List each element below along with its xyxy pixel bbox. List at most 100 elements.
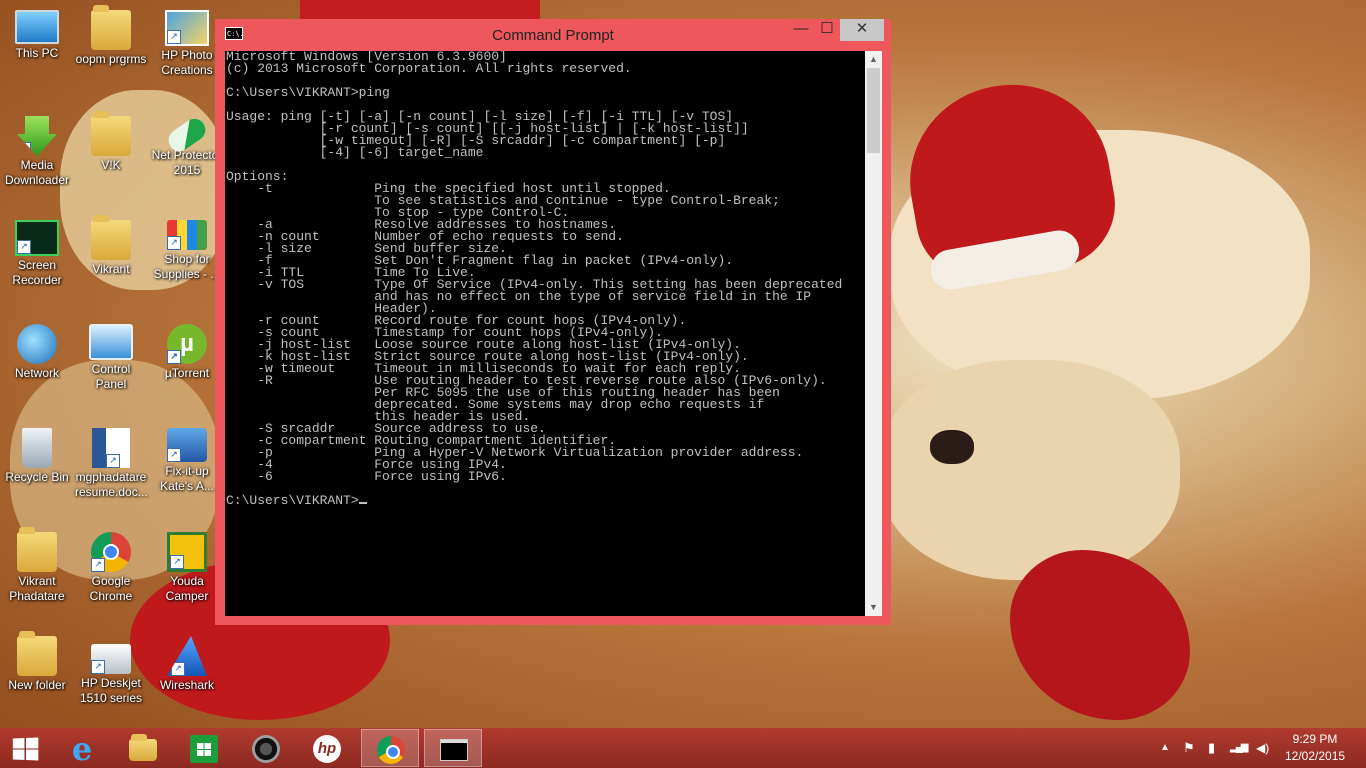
desktop-icon-label: Net Protector 2015: [151, 148, 223, 177]
system-clock[interactable]: 9:29 PM 12/02/2015: [1285, 731, 1345, 765]
desktop-icon-network[interactable]: Network: [1, 318, 73, 381]
chrome-icon: ↗: [91, 532, 131, 572]
photo-creations-icon: ↗: [165, 10, 209, 46]
desktop-icon-label: Recycle Bin: [5, 470, 69, 484]
action-center-flag-icon[interactable]: ⚑: [1183, 738, 1195, 758]
desktop-icon-label: Fix-it-up Kate's A...: [160, 464, 214, 493]
clock-date: 12/02/2015: [1285, 749, 1346, 763]
user-folder-icon: [17, 527, 57, 572]
wallpaper-puppy-nose: [930, 430, 974, 464]
taskbar-internet-explorer[interactable]: e: [53, 729, 111, 767]
wifi-signal-icon[interactable]: ▂▄▆: [1230, 738, 1249, 758]
desktop-icon-label: Network: [14, 366, 59, 380]
file-explorer-icon: [129, 734, 157, 761]
desktop-icon-net-protector[interactable]: Net Protector 2015: [151, 110, 223, 178]
network-globe-icon: [17, 324, 57, 364]
desktop-icon-label: This PC: [15, 46, 59, 60]
cmd-icon: [440, 739, 468, 761]
folder-icon: [91, 5, 131, 50]
desktop-icon-vikrant[interactable]: Vikrant: [75, 214, 147, 277]
battery-icon[interactable]: ▮: [1208, 738, 1215, 758]
desktop-icon-resume-doc[interactable]: ↗ mgphadatare resume.doc...: [75, 422, 148, 500]
desktop-icon-vik[interactable]: V!K: [75, 110, 147, 173]
desktop-icon-label: Shop for Supplies - ...: [153, 252, 221, 281]
desktop-icon-control-panel[interactable]: Control Panel: [75, 318, 147, 392]
word-document-icon: ↗: [92, 428, 130, 468]
wallpaper-santa-hat: [1010, 550, 1190, 720]
chrome-icon: [377, 736, 405, 764]
screen-recorder-icon: ↗: [15, 220, 59, 256]
wallpaper-santa-hat: [895, 69, 1125, 291]
desktop-icon-label: Screen Recorder: [12, 258, 62, 287]
desktop-icon-label: Control Panel: [91, 362, 131, 391]
desktop-icon-vikrant-phadatare[interactable]: Vikrant Phadatare: [1, 526, 73, 604]
desktop-icon-google-chrome[interactable]: ↗ Google Chrome: [75, 526, 147, 604]
wallpaper-puppy: [890, 130, 1310, 400]
desktop-icon-hp-photo-creations[interactable]: ↗ HP Photo Creations: [151, 4, 223, 78]
console-text: Microsoft Windows [Version 6.3.9600] (c)…: [226, 51, 843, 508]
maximize-button[interactable]: ☐: [814, 19, 840, 41]
desktop-icon-label: Wireshark: [159, 678, 214, 692]
desktop-icon-label: V!K: [101, 158, 121, 172]
folder-icon: [91, 111, 131, 156]
show-hidden-icons-arrow-icon[interactable]: ▲: [1160, 738, 1170, 758]
console-area[interactable]: Microsoft Windows [Version 6.3.9600] (c)…: [225, 51, 865, 616]
desktop-icon-label: µTorrent: [164, 366, 210, 380]
clock-time: 9:29 PM: [1292, 732, 1338, 746]
desktop-icon-oopm-prgrms[interactable]: oopm prgrms: [75, 4, 147, 67]
internet-explorer-icon: e: [71, 730, 93, 768]
desktop-icon-label: Vikrant Phadatare: [9, 574, 65, 603]
scroll-down-arrow-icon[interactable]: ▼: [865, 599, 882, 616]
vertical-scrollbar[interactable]: ▲ ▼: [865, 51, 882, 616]
taskbar-file-explorer[interactable]: [114, 729, 172, 767]
desktop-icon-screen-recorder[interactable]: ↗ Screen Recorder: [1, 214, 73, 288]
desktop-icon-label: Media Downloader: [4, 158, 70, 187]
taskbar-store[interactable]: [175, 729, 233, 767]
text-cursor: [358, 502, 367, 504]
desktop-icon-label: Google Chrome: [89, 574, 133, 603]
desktop-icon-hp-deskjet[interactable]: ↗ HP Deskjet 1510 series: [75, 630, 147, 706]
desktop-icon-media-downloader[interactable]: ↗ Media Downloader: [1, 110, 73, 188]
volume-icon[interactable]: ◀): [1256, 738, 1269, 758]
scroll-up-arrow-icon[interactable]: ▲: [865, 51, 882, 68]
desktop-icon-label: oopm prgrms: [75, 52, 147, 66]
hp-icon: hp: [313, 735, 341, 763]
console-output[interactable]: Microsoft Windows [Version 6.3.9600] (c)…: [225, 51, 865, 507]
start-icon: [12, 737, 39, 761]
desktop-icon-label: Vikrant: [92, 262, 130, 276]
taskbar-hp[interactable]: hp: [298, 729, 356, 767]
printer-icon: ↗: [91, 644, 131, 674]
game-icon: ↗: [167, 532, 207, 572]
desktop-icon-youda-camper[interactable]: ↗ Youda Camper: [151, 526, 223, 604]
printer-supplies-icon: ↗: [167, 220, 207, 250]
desktop-icon-shop-for-supplies[interactable]: ↗ Shop for Supplies - ...: [151, 214, 223, 282]
scrollbar-thumb[interactable]: [867, 68, 880, 153]
desktop-icon-recycle-bin[interactable]: Recycle Bin: [1, 422, 73, 485]
close-button[interactable]: ✕: [840, 19, 884, 41]
desktop-icon-fix-it-up[interactable]: ↗ Fix-it-up Kate's A...: [151, 422, 223, 494]
wallpaper-hat-trim: [927, 227, 1083, 293]
desktop-icon-utorrent[interactable]: µ ↗ µTorrent: [151, 318, 223, 381]
title-bar[interactable]: C:\. Command Prompt — ☐ ✕: [215, 19, 891, 51]
desktop-icon-this-pc[interactable]: This PC: [1, 4, 73, 61]
taskbar-chrome[interactable]: [361, 729, 419, 767]
command-prompt-window[interactable]: C:\. Command Prompt — ☐ ✕ Microsoft Wind…: [215, 19, 891, 625]
computer-icon: [15, 10, 59, 44]
taskbar-command-prompt[interactable]: [424, 729, 482, 767]
wireshark-fin-icon: ↗: [167, 636, 207, 676]
wallpaper-puppy: [880, 360, 1180, 580]
recycle-bin-icon: [22, 428, 52, 468]
folder-icon: [91, 215, 131, 260]
folder-icon: [17, 631, 57, 676]
desktop-icon-new-folder[interactable]: New folder: [1, 630, 73, 693]
desktop-icon-label: New folder: [8, 678, 66, 692]
utorrent-icon: µ ↗: [167, 324, 207, 364]
taskbar-camera-app[interactable]: [237, 729, 295, 767]
game-icon: ↗: [167, 428, 207, 462]
desktop-icon-wireshark[interactable]: ↗ Wireshark: [151, 630, 223, 693]
control-panel-icon: [89, 324, 133, 360]
desktop-icon-label: Youda Camper: [165, 574, 209, 603]
minimize-button[interactable]: —: [788, 19, 814, 41]
desktop-icon-label: HP Deskjet 1510 series: [79, 676, 143, 705]
start-button[interactable]: [0, 729, 58, 767]
